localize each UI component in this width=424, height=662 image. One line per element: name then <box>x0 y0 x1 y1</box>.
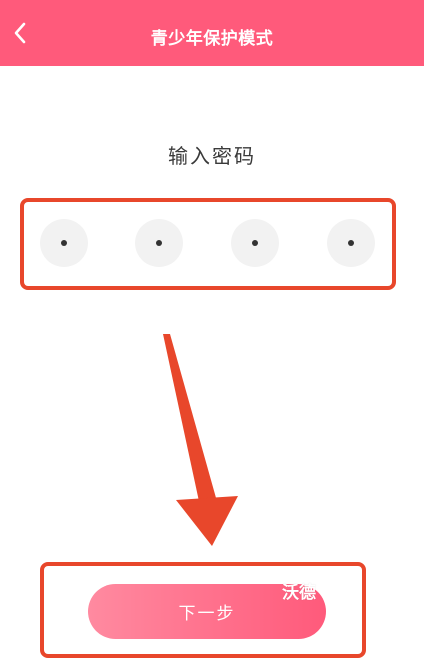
pin-digit-1[interactable] <box>40 219 88 267</box>
pin-digit-2[interactable] <box>135 219 183 267</box>
pin-mask-dot <box>61 240 67 246</box>
page-title: 青少年保护模式 <box>150 29 274 49</box>
password-prompt: 输入密码 <box>168 144 256 168</box>
top-app-bar: 青少年保护模式 <box>0 0 424 66</box>
pin-digit-3[interactable] <box>231 219 279 267</box>
pin-digit-4[interactable] <box>327 219 375 267</box>
pin-mask-dot <box>156 240 162 246</box>
watermark: 沃德 <box>282 583 316 603</box>
teen-mode-password-page: 青少年保护模式 输入密码 下一步 沃德 <box>0 0 424 662</box>
pin-mask-dot <box>348 240 354 246</box>
pin-mask-dot <box>252 240 258 246</box>
